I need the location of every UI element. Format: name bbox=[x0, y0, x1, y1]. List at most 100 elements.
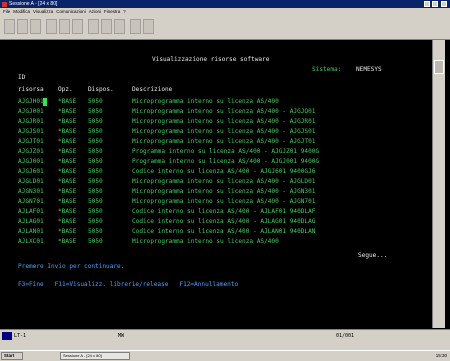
toolbar-button-icon[interactable] bbox=[46, 19, 57, 34]
resource-row-desc: Programma interno su licenza AS/400 - AJ… bbox=[132, 158, 320, 165]
resource-row-id: AJGJS01 bbox=[18, 128, 44, 135]
resource-row-desc: Microprogramma interno su licenza AS/400 bbox=[132, 98, 279, 105]
resource-row-disp: 5050 bbox=[88, 218, 103, 225]
resource-row-opz: *BASE bbox=[58, 228, 77, 235]
toolbar-button-icon[interactable] bbox=[88, 19, 99, 34]
menu-finestra[interactable]: Finestra bbox=[104, 8, 120, 15]
resource-row-opz: *BASE bbox=[58, 188, 77, 195]
menu-help[interactable]: ? bbox=[123, 8, 126, 15]
resource-row-opz: *BASE bbox=[58, 208, 77, 215]
resource-row-opz: *BASE bbox=[58, 108, 77, 115]
scrollbar-thumb[interactable] bbox=[434, 60, 444, 74]
resource-row-disp: 5050 bbox=[88, 148, 103, 155]
resource-row-disp: 5050 bbox=[88, 108, 103, 115]
resource-row-disp: 5050 bbox=[88, 238, 103, 245]
resource-row-id: AJLAN01 bbox=[18, 228, 44, 235]
resource-row-opz: *BASE bbox=[58, 148, 77, 155]
screen-header: Visualizzazione risorse software bbox=[152, 56, 270, 63]
toolbar-button-icon[interactable] bbox=[17, 19, 28, 34]
status-bar: Collegato bbox=[0, 341, 450, 355]
resource-row-id: AJGJT01 bbox=[18, 138, 44, 145]
resource-row-desc: Codice interno su licenza AS/400 - AJLAN… bbox=[132, 228, 316, 235]
taskbar: Start Sessione A - [24 x 80] 15:30 bbox=[0, 350, 450, 361]
prompt-text: Premere Invio per continuare. bbox=[18, 263, 125, 270]
resource-row-opz: *BASE bbox=[58, 128, 77, 135]
resource-row-disp: 5050 bbox=[88, 168, 103, 175]
menu-azioni[interactable]: Azioni bbox=[89, 8, 101, 15]
more-indicator: Segue... bbox=[358, 252, 388, 259]
resource-row-id: AJLXC01 bbox=[18, 238, 44, 245]
resource-row-opz: *BASE bbox=[58, 158, 77, 165]
resource-row-id: AJLAF01 bbox=[18, 208, 44, 215]
resource-row-id: AJLAG01 bbox=[18, 218, 44, 225]
menu-comunicazioni[interactable]: Comunicazioni bbox=[56, 8, 86, 15]
resource-row-id: AJGN301 bbox=[18, 188, 44, 195]
resource-row-desc: Codice interno su licenza AS/400 - AJLAG… bbox=[132, 218, 316, 225]
start-button[interactable]: Start bbox=[1, 352, 23, 360]
clock: 15:30 bbox=[435, 353, 447, 358]
toolbar-button-icon[interactable] bbox=[101, 19, 112, 34]
resource-row-disp: 5050 bbox=[88, 198, 103, 205]
resource-row-desc: Microprogramma interno su licenza AS/400… bbox=[132, 108, 316, 115]
toolbar bbox=[0, 15, 450, 40]
maximize-button[interactable] bbox=[432, 1, 438, 7]
menu-file[interactable]: File bbox=[3, 8, 10, 15]
column-header-id: ID bbox=[18, 74, 26, 81]
resource-row-opz: *BASE bbox=[58, 138, 77, 145]
resource-row-opz: *BASE bbox=[58, 178, 77, 185]
title-bar: Sessione A - [24 x 80] bbox=[0, 0, 450, 8]
resource-row-disp: 5050 bbox=[88, 118, 103, 125]
resource-row-desc: Codice interno su licenza AS/400 - AJGJ6… bbox=[132, 168, 316, 175]
resource-row-disp: 5050 bbox=[88, 158, 103, 165]
menu-modifica[interactable]: Modifica bbox=[13, 8, 30, 15]
session-indicator-icon bbox=[2, 332, 12, 340]
resource-row-id: AJGJ001 bbox=[18, 108, 44, 115]
resource-row-disp: 5050 bbox=[88, 188, 103, 195]
resource-row-disp: 5050 bbox=[88, 228, 103, 235]
toolbar-button-icon[interactable] bbox=[72, 19, 83, 34]
resource-row-id: AJGJ001 bbox=[18, 158, 44, 165]
toolbar-button-icon[interactable] bbox=[4, 19, 15, 34]
column-header-opz: Opz. bbox=[58, 86, 73, 93]
toolbar-button-icon[interactable] bbox=[143, 19, 154, 34]
resource-row-id: AJGN701 bbox=[18, 198, 44, 205]
resource-row-desc: Microprogramma interno su licenza AS/400… bbox=[132, 188, 316, 195]
resource-row-opz: *BASE bbox=[58, 168, 77, 175]
resource-row-desc: Programma interno su licenza AS/400 - AJ… bbox=[132, 148, 320, 155]
system-name: NEMESYS bbox=[356, 66, 382, 73]
resource-row-disp: 5050 bbox=[88, 128, 103, 135]
minimize-button[interactable] bbox=[424, 1, 430, 7]
toolbar-button-icon[interactable] bbox=[130, 19, 141, 34]
resource-row-disp: 5050 bbox=[88, 208, 103, 215]
close-button[interactable] bbox=[441, 1, 447, 7]
resource-row-opz: *BASE bbox=[58, 198, 77, 205]
resource-row-opz: *BASE bbox=[58, 218, 77, 225]
resource-row-id: AJGLD01 bbox=[18, 178, 44, 185]
resource-row-opz: *BASE bbox=[58, 238, 77, 245]
column-header-dispos: Dispos. bbox=[88, 86, 114, 93]
taskbar-item-session[interactable]: Sessione A - [24 x 80] bbox=[60, 352, 130, 360]
system-label: Sistema: bbox=[312, 66, 342, 73]
app-icon bbox=[2, 1, 7, 7]
resource-row-desc: Microprogramma interno su licenza AS/400 bbox=[132, 238, 279, 245]
toolbar-button-icon[interactable] bbox=[114, 19, 125, 34]
menu-bar: File Modifica Visualizza Comunicazioni A… bbox=[0, 8, 450, 15]
resource-row-opz: *BASE bbox=[58, 118, 77, 125]
resource-row-disp: 5050 bbox=[88, 178, 103, 185]
resource-row-desc: Microprogramma interno su licenza AS/400… bbox=[132, 118, 316, 125]
vertical-scrollbar[interactable] bbox=[432, 40, 445, 328]
resource-row-id: AJGJH01 bbox=[18, 98, 44, 105]
resource-row-opz: *BASE bbox=[58, 98, 77, 105]
resource-row-desc: Microprogramma interno su licenza AS/400… bbox=[132, 138, 316, 145]
toolbar-button-icon[interactable] bbox=[59, 19, 70, 34]
resource-row-id: AJGJ601 bbox=[18, 168, 44, 175]
terminal-screen[interactable]: Visualizzazione risorse software Sistema… bbox=[6, 40, 428, 328]
resource-row-disp: 5050 bbox=[88, 138, 103, 145]
resource-row-disp: 5050 bbox=[88, 98, 103, 105]
resource-row-desc: Microprogramma interno su licenza AS/400… bbox=[132, 178, 316, 185]
resource-row-desc: Codice interno su licenza AS/400 - AJLAF… bbox=[132, 208, 316, 215]
column-header-risorsa: risorsa bbox=[18, 86, 44, 93]
toolbar-button-icon[interactable] bbox=[30, 19, 41, 34]
resource-row-desc: Microprogramma interno su licenza AS/400… bbox=[132, 198, 316, 205]
menu-visualizza[interactable]: Visualizza bbox=[33, 8, 53, 15]
